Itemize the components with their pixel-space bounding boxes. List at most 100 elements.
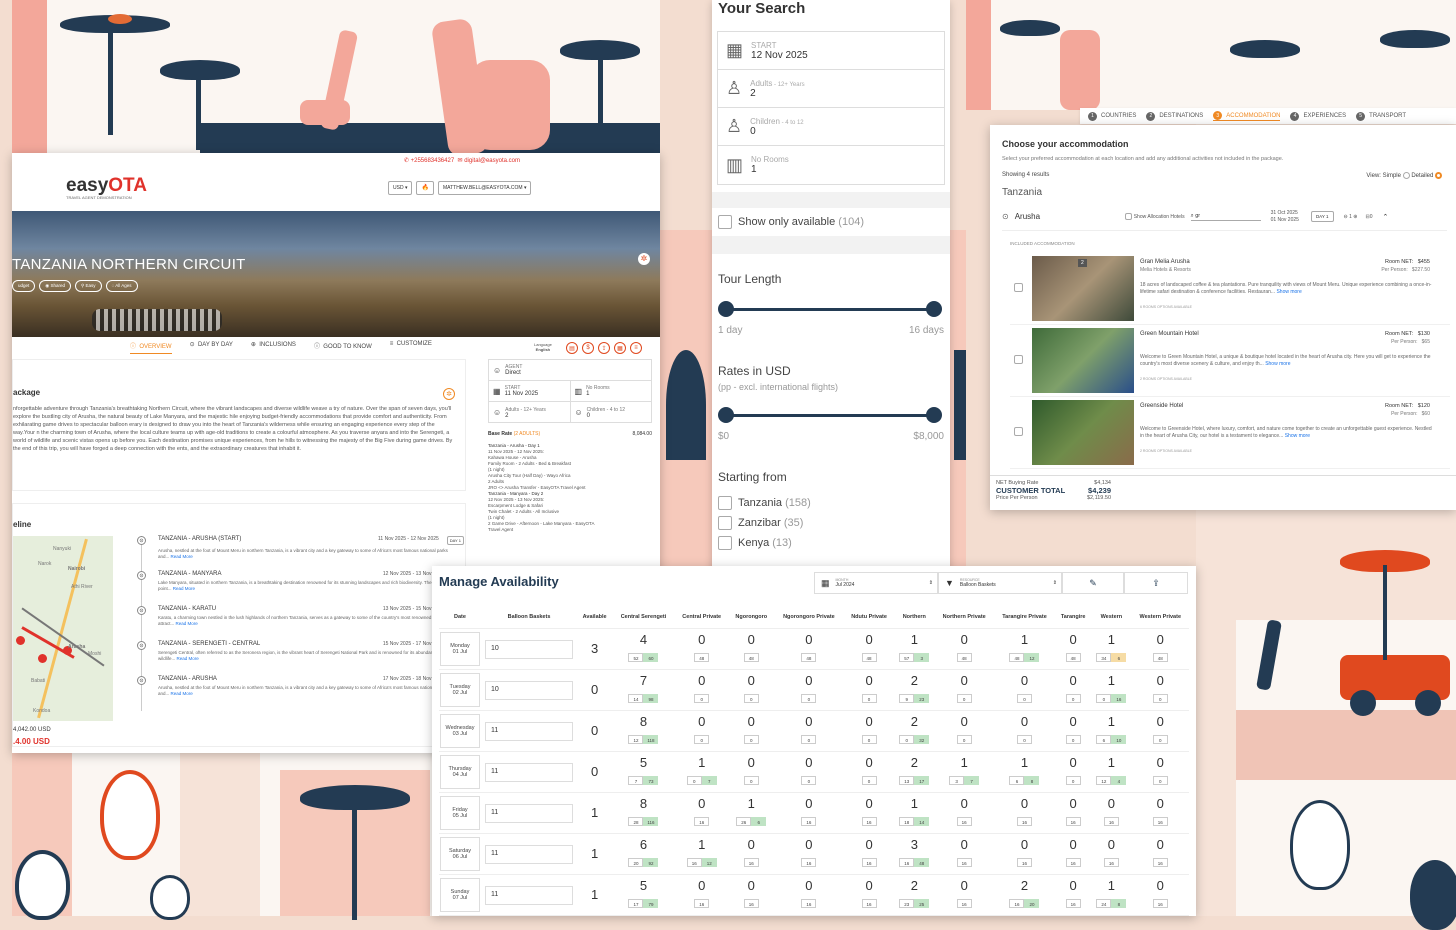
capacity-input[interactable]: 18	[899, 817, 915, 826]
children-field[interactable]: ♙ Children - 4 to 12 0	[718, 108, 944, 146]
availability-cell[interactable]: 7 14 98	[612, 669, 675, 711]
hotel-photo[interactable]: 2	[1032, 256, 1134, 321]
agent-field[interactable]: ☺ AGENT Direct	[489, 360, 651, 381]
availability-cell[interactable]: 0 16	[1131, 833, 1189, 875]
capacity-input[interactable]: 57	[899, 653, 915, 662]
capacity-input[interactable]: 16	[861, 899, 877, 908]
slider-handle-min[interactable]	[718, 301, 734, 317]
checkbox[interactable]	[718, 215, 732, 229]
availability-cell[interactable]: 1 68	[993, 751, 1056, 793]
availability-cell[interactable]: 1 0 16	[1091, 669, 1132, 711]
flame-icon[interactable]: 🔥	[416, 181, 434, 195]
availability-cell[interactable]: 00	[993, 669, 1056, 711]
step-destinations[interactable]: 2 DESTINATIONS	[1146, 111, 1203, 121]
availability-cell[interactable]: 0 16	[844, 833, 895, 875]
capacity-input[interactable]: 0	[801, 776, 817, 785]
month-select[interactable]: ▦ MONTH Jul 2024 ⇕	[814, 572, 938, 594]
rates-slider[interactable]	[726, 414, 934, 417]
availability-cell[interactable]: 0 16	[728, 833, 774, 875]
availability-cell[interactable]: 0 48	[1055, 628, 1092, 670]
availability-cell[interactable]: 00	[934, 669, 994, 711]
availability-cell[interactable]: 4 52 60	[612, 628, 675, 670]
show-more-link[interactable]: Show more	[1285, 433, 1310, 439]
availability-cell[interactable]: 1 37	[934, 751, 994, 793]
capacity-input[interactable]: 0	[801, 735, 817, 744]
route-map[interactable]: Nanyuki Narok Nairobi Athi River Arusha …	[13, 536, 113, 721]
capacity-input[interactable]: 16	[694, 899, 710, 908]
capacity-input[interactable]: 16	[694, 817, 710, 826]
availability-cell[interactable]: 0 16	[993, 792, 1056, 834]
capacity-input[interactable]: 16	[1016, 858, 1032, 867]
capacity-input[interactable]: 16	[743, 858, 759, 867]
step-accommodation[interactable]: 3 ACCOMMODATION	[1213, 111, 1281, 121]
availability-cell[interactable]: 8 12 118	[612, 710, 675, 752]
capacity-input[interactable]: 26	[736, 817, 752, 826]
availability-cell[interactable]: 2 13 17	[894, 751, 935, 793]
easyota-logo[interactable]: easyOTA TRAVEL AGENT DEMONSTRATION	[66, 175, 147, 200]
availability-cell[interactable]: 0 16	[934, 874, 994, 916]
availability-cell[interactable]: 1 18 14	[894, 792, 935, 834]
start-date-field[interactable]: ▦ START 11 Nov 2025	[489, 381, 571, 401]
availability-cell[interactable]: 00	[844, 669, 895, 711]
capacity-input[interactable]: 20	[628, 858, 644, 867]
capacity-input[interactable]: 0	[899, 735, 915, 744]
capacity-input[interactable]: 16	[1065, 899, 1081, 908]
capacity-input[interactable]: 52	[628, 653, 644, 662]
show-available-toggle[interactable]: Show only available (104)	[712, 208, 950, 236]
tab-overview[interactable]: ⓘ OVERVIEW	[130, 341, 172, 354]
availability-cell[interactable]: 0 16	[1091, 833, 1132, 875]
availability-cell[interactable]: 0 48	[934, 628, 994, 670]
capacity-input[interactable]: 0	[1152, 694, 1168, 703]
capacity-input[interactable]: 0	[861, 694, 877, 703]
availability-cell[interactable]: 00	[934, 710, 994, 752]
hotel-select-checkbox[interactable]	[1014, 427, 1023, 436]
capacity-input[interactable]: 0	[861, 776, 877, 785]
tab-customize[interactable]: ≡ CUSTOMIZE	[390, 341, 432, 354]
step-transport[interactable]: 5 TRANSPORT	[1356, 111, 1406, 121]
timeline-item[interactable]: ⊙ TANZANIA - ARUSHA (START) 11 Nov 2025 - …	[137, 536, 465, 571]
capacity-input[interactable]: 16	[861, 817, 877, 826]
language-selector[interactable]: Language English	[534, 342, 552, 352]
availability-cell[interactable]: 1 12 4	[1091, 751, 1132, 793]
slider-handle-max[interactable]	[926, 301, 942, 317]
room-stepper[interactable]: ⊖ 1 ⊕	[1344, 214, 1358, 220]
capacity-input[interactable]: 16	[1152, 858, 1168, 867]
availability-cell[interactable]: 00	[674, 710, 729, 752]
rooms-field[interactable]: ▥ No Rooms 1	[718, 146, 944, 184]
capacity-input[interactable]: 0	[1016, 694, 1032, 703]
view-toggle[interactable]: View: Simple Detailed	[1366, 172, 1442, 179]
availability-cell[interactable]: 0 16	[934, 792, 994, 834]
read-more-link[interactable]: Read More	[171, 554, 193, 559]
availability-cell[interactable]: 0 16	[993, 833, 1056, 875]
capacity-input[interactable]: 16	[686, 858, 702, 867]
radio-detailed[interactable]	[1435, 172, 1442, 179]
capacity-input[interactable]: 34	[1096, 653, 1112, 662]
capacity-input[interactable]: 23	[899, 899, 915, 908]
availability-cell[interactable]: 3 16 48	[894, 833, 935, 875]
availability-cell[interactable]: 00	[1131, 751, 1189, 793]
availability-cell[interactable]: 0 48	[844, 628, 895, 670]
capacity-input[interactable]: 16	[1152, 899, 1168, 908]
availability-cell[interactable]: 1 6 10	[1091, 710, 1132, 752]
document-icon[interactable]: ▦	[614, 342, 626, 354]
capacity-input[interactable]: 7	[628, 776, 644, 785]
capacity-input[interactable]: 0	[743, 694, 759, 703]
adults-field[interactable]: ☺ Adults - 12+ Years 2	[489, 402, 571, 423]
slider-handle-max[interactable]	[926, 407, 942, 423]
capacity-input[interactable]: 9	[899, 694, 915, 703]
show-allocation-toggle[interactable]: Show Allocation Hotels	[1124, 213, 1185, 220]
availability-cell[interactable]: 2 16 20	[993, 874, 1056, 916]
share-icon[interactable]: ⇪	[598, 342, 610, 354]
baskets-input[interactable]: 11	[485, 885, 573, 905]
availability-cell[interactable]: 0 16	[1055, 874, 1092, 916]
availability-cell[interactable]: 00	[1055, 669, 1092, 711]
read-more-link[interactable]: Read More	[173, 586, 195, 591]
capacity-input[interactable]: 48	[694, 653, 710, 662]
availability-cell[interactable]: 00	[674, 669, 729, 711]
capacity-input[interactable]: 0	[1152, 735, 1168, 744]
availability-cell[interactable]: 00	[728, 751, 774, 793]
capacity-input[interactable]: 12	[1096, 776, 1112, 785]
timeline-item[interactable]: ⊙ TANZANIA - KARATU 13 Nov 2025 - 15 Nov 2…	[137, 606, 465, 641]
availability-cell[interactable]: 2 9 23	[894, 669, 935, 711]
room-options[interactable]: 6 ROOMS OPTIONS AVAILABLE	[1140, 305, 1192, 309]
